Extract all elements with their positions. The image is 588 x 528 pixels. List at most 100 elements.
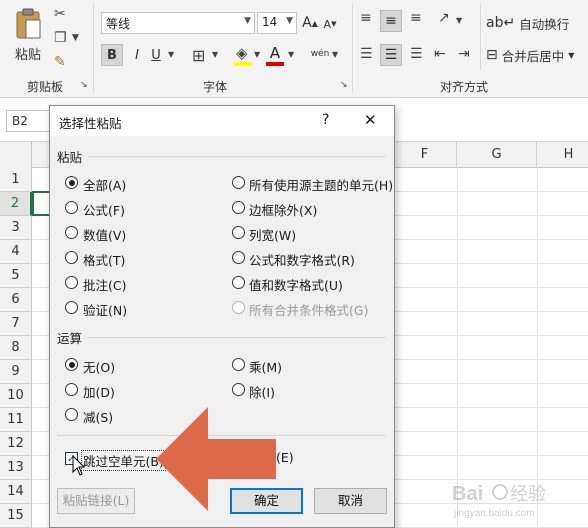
radio-paste-all[interactable] bbox=[65, 176, 78, 189]
format-painter-icon[interactable]: ✎ bbox=[54, 54, 66, 70]
dialog-launcher-icon[interactable]: ↘ bbox=[340, 80, 348, 90]
baidu-watermark: Bai 经验 jingyan.baidu.com bbox=[450, 476, 580, 520]
wrap-text-button[interactable]: ab↵ 自动换行 bbox=[486, 12, 569, 34]
active-cell-b2[interactable] bbox=[32, 191, 50, 216]
chevron-down-icon[interactable]: ▼ bbox=[288, 50, 294, 59]
radio-paste-values[interactable] bbox=[65, 226, 78, 239]
radio-paste-validation[interactable] bbox=[65, 301, 78, 314]
radio-column-widths[interactable] bbox=[232, 226, 245, 239]
column-header-h[interactable]: H bbox=[537, 142, 588, 168]
radio-operation-divide[interactable] bbox=[232, 383, 245, 396]
cut-icon[interactable]: ✂ bbox=[54, 6, 66, 22]
row-header-6[interactable]: 6 bbox=[0, 288, 32, 312]
radio-operation-divide-label[interactable]: 除(I) bbox=[249, 382, 275, 401]
merge-center-button[interactable]: ⊟ 合并后居中 ▼ bbox=[486, 44, 574, 66]
radio-paste-comments[interactable] bbox=[65, 276, 78, 289]
row-header-11[interactable]: 11 bbox=[0, 408, 32, 432]
radio-values-number-formats[interactable] bbox=[232, 276, 245, 289]
cancel-button[interactable]: 取消 bbox=[314, 488, 387, 514]
close-icon[interactable]: ✕ bbox=[364, 111, 377, 129]
row-header-4[interactable]: 4 bbox=[0, 240, 32, 264]
radio-operation-none[interactable] bbox=[65, 358, 78, 371]
radio-except-borders[interactable] bbox=[232, 201, 245, 214]
help-icon[interactable]: ? bbox=[322, 112, 329, 128]
paste-link-button[interactable]: 粘贴链接(L) bbox=[57, 488, 135, 514]
radio-operation-none-label[interactable]: 无(O) bbox=[83, 357, 115, 376]
chevron-down-icon[interactable]: ▼ bbox=[456, 16, 462, 25]
row-header-13[interactable]: 13 bbox=[0, 456, 32, 480]
radio-paste-values-label[interactable]: 数值(V) bbox=[83, 225, 126, 244]
row-header-1[interactable]: 1 bbox=[0, 168, 32, 192]
decrease-indent-icon[interactable]: ⇤ bbox=[434, 46, 446, 62]
row-header-3[interactable]: 3 bbox=[0, 216, 32, 240]
mouse-cursor-icon bbox=[72, 455, 86, 476]
radio-paste-validation-label[interactable]: 验证(N) bbox=[83, 300, 127, 319]
row-header-9[interactable]: 9 bbox=[0, 360, 32, 384]
radio-paste-formats[interactable] bbox=[65, 251, 78, 264]
copy-icon[interactable]: ❐ bbox=[54, 30, 67, 46]
align-top-icon[interactable]: ≡ bbox=[360, 10, 372, 26]
underline-button[interactable]: U bbox=[148, 44, 164, 66]
paste-button[interactable]: 粘贴 bbox=[8, 4, 48, 66]
font-color-bar bbox=[266, 62, 284, 66]
font-size-combo[interactable]: 14 ▼ bbox=[257, 12, 297, 34]
paste-section-label: 粘贴 bbox=[57, 150, 83, 165]
radio-all-source-theme-label[interactable]: 所有使用源主题的单元(H) bbox=[249, 175, 393, 194]
border-icon[interactable]: ⊞ bbox=[192, 46, 205, 65]
column-header-f[interactable]: F bbox=[393, 142, 457, 168]
align-right-icon[interactable]: ☰ bbox=[410, 46, 423, 62]
radio-except-borders-label[interactable]: 边框除外(X) bbox=[249, 200, 317, 219]
align-left-icon[interactable]: ☰ bbox=[360, 46, 373, 62]
font-color-button[interactable]: A bbox=[266, 44, 284, 62]
shrink-font-button[interactable]: A ▼ bbox=[322, 15, 338, 33]
align-center-button[interactable]: ☰ bbox=[380, 44, 402, 66]
radio-formulas-number-formats-label[interactable]: 公式和数字格式(R) bbox=[249, 250, 355, 269]
row-header-5[interactable]: 5 bbox=[0, 264, 32, 288]
bold-button[interactable]: B bbox=[101, 44, 123, 66]
radio-values-number-formats-label[interactable]: 值和数字格式(U) bbox=[249, 275, 343, 294]
chevron-down-icon[interactable]: ▼ bbox=[254, 50, 260, 59]
phonetic-button[interactable]: wén bbox=[310, 44, 330, 64]
align-bottom-icon[interactable]: ≡ bbox=[410, 10, 422, 26]
select-all-corner[interactable] bbox=[0, 142, 32, 168]
align-middle-button[interactable]: ≡ bbox=[380, 10, 402, 32]
radio-operation-multiply[interactable] bbox=[232, 358, 245, 371]
radio-operation-multiply-label[interactable]: 乘(M) bbox=[249, 357, 282, 376]
ribbon: 粘贴 ✂ ❐ ✎ ▼ 剪贴板 ↘ 等线 ▼ 14 ▼ A ▲ A ▼ B I U ▼ ⊞… bbox=[0, 0, 588, 98]
dialog-title: 选择性粘贴 bbox=[59, 116, 122, 131]
row-header-8[interactable]: 8 bbox=[0, 336, 32, 360]
radio-formulas-number-formats[interactable] bbox=[232, 251, 245, 264]
chevron-down-icon[interactable]: ▼ bbox=[212, 50, 218, 59]
radio-paste-formats-label[interactable]: 格式(T) bbox=[83, 250, 125, 269]
radio-operation-add-label[interactable]: 加(D) bbox=[83, 382, 115, 401]
row-header-10[interactable]: 10 bbox=[0, 384, 32, 408]
radio-all-source-theme[interactable] bbox=[232, 176, 245, 189]
radio-paste-comments-label[interactable]: 批注(C) bbox=[83, 275, 126, 294]
radio-operation-subtract-label[interactable]: 减(S) bbox=[83, 407, 113, 426]
row-header-15[interactable]: 15 bbox=[0, 504, 32, 528]
name-box[interactable]: B2 bbox=[6, 110, 52, 132]
font-name-combo[interactable]: 等线 ▼ bbox=[101, 12, 255, 34]
row-header-2[interactable]: 2 bbox=[0, 192, 32, 216]
increase-indent-icon[interactable]: ⇥ bbox=[458, 46, 470, 62]
radio-paste-formulas[interactable] bbox=[65, 201, 78, 214]
row-header-12[interactable]: 12 bbox=[0, 432, 32, 456]
orientation-icon[interactable]: ↗ bbox=[438, 10, 450, 26]
radio-paste-all-label[interactable]: 全部(A) bbox=[83, 175, 126, 194]
italic-button[interactable]: I bbox=[126, 44, 148, 66]
chevron-down-icon: ▼ bbox=[286, 16, 293, 26]
radio-paste-formulas-label[interactable]: 公式(F) bbox=[83, 200, 125, 219]
dialog-launcher-icon[interactable]: ↘ bbox=[80, 80, 88, 90]
copy-dropdown-icon[interactable]: ▼ bbox=[72, 33, 79, 43]
radio-operation-add[interactable] bbox=[65, 383, 78, 396]
column-header-g[interactable]: G bbox=[457, 142, 537, 168]
radio-column-widths-label[interactable]: 列宽(W) bbox=[249, 225, 296, 244]
chevron-down-icon[interactable]: ▼ bbox=[332, 50, 338, 59]
fill-color-icon[interactable]: ◈ bbox=[236, 44, 248, 62]
row-header-7[interactable]: 7 bbox=[0, 312, 32, 336]
radio-operation-subtract[interactable] bbox=[65, 408, 78, 421]
grow-font-button[interactable]: A ▲ bbox=[302, 13, 318, 33]
chevron-down-icon[interactable]: ▼ bbox=[168, 50, 174, 59]
row-header-14[interactable]: 14 bbox=[0, 480, 32, 504]
clipboard-group-label: 剪贴板 bbox=[26, 80, 63, 94]
